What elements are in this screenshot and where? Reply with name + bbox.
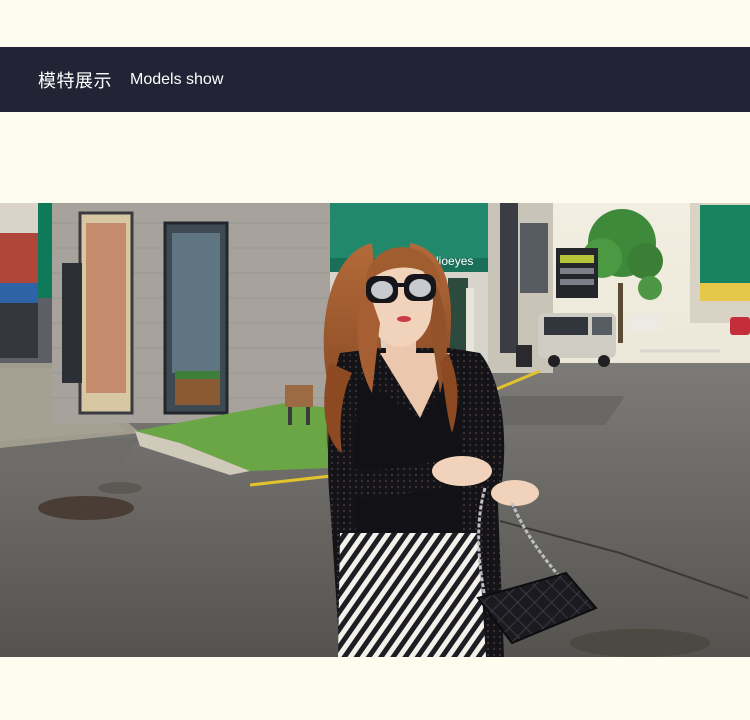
section-title-english: Models show (130, 70, 224, 88)
section-header: 模特展示 Models show (0, 47, 750, 112)
model-photo: dioeyes (0, 203, 750, 657)
section-title-chinese: 模特展示 (38, 70, 112, 92)
